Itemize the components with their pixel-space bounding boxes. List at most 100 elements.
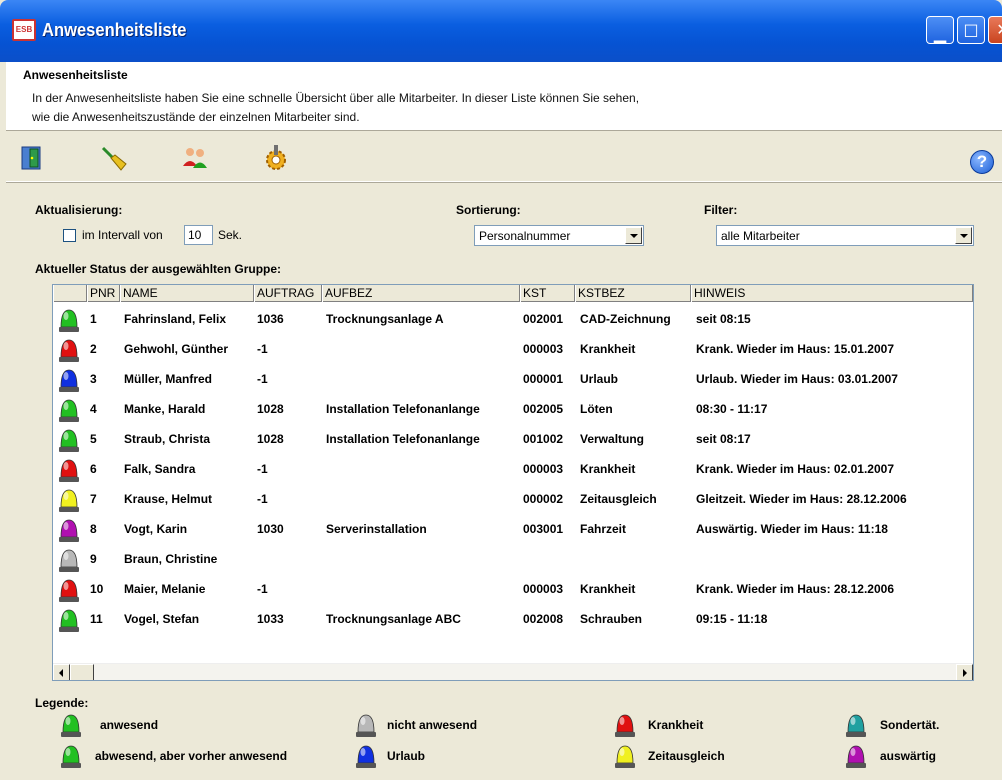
col-header-aufbez[interactable]: AUFBEZ <box>322 285 520 302</box>
legend-lamp-icon <box>356 745 376 768</box>
legend-label: nicht anwesend <box>387 718 478 732</box>
cell-name: Manke, Harald <box>124 402 206 416</box>
cell-aufbez: Trocknungsanlage A <box>326 312 444 326</box>
cell-aufbez: Installation Telefonanlange <box>326 432 480 446</box>
cell-hinweis: Gleitzeit. Wieder im Haus: 28.12.2006 <box>696 492 907 506</box>
cell-auftrag: 1036 <box>257 312 284 326</box>
chevron-down-icon[interactable] <box>625 227 642 244</box>
table-row[interactable]: 10 Maier, Melanie -1 000003 Krankheit Krank. … <box>53 575 973 605</box>
status-grid[interactable]: PNR NAME AUFTRAG AUFBEZ KST KSTBEZ HINWE… <box>52 284 974 681</box>
help-icon[interactable]: ? <box>970 150 994 174</box>
col-header-auftrag[interactable]: AUFTRAG <box>254 285 322 302</box>
cell-pnr: 1 <box>90 312 97 326</box>
app-icon: ESB <box>12 19 36 41</box>
cell-name: Falk, Sandra <box>124 462 196 476</box>
cell-name: Gehwohl, Günther <box>124 342 228 356</box>
interval-checkbox[interactable] <box>63 229 76 242</box>
status-lamp-icon <box>59 339 79 362</box>
col-header-hinweis[interactable]: HINWEIS <box>691 285 973 302</box>
maximize-button[interactable]: □ <box>957 16 985 44</box>
legend-label: Urlaub <box>387 749 426 763</box>
table-row[interactable]: 2 Gehwohl, Günther -1 000003 Krankheit Krank.… <box>53 335 973 365</box>
cell-auftrag: -1 <box>257 372 268 386</box>
filter-label: Filter: <box>704 203 738 217</box>
cell-kstbez: Krankheit <box>580 462 636 476</box>
settings-gear-icon[interactable] <box>262 144 290 172</box>
close-button[interactable]: ✕ <box>988 16 1002 44</box>
grid-header: PNR NAME AUFTRAG AUFBEZ KST KSTBEZ HINWE… <box>53 285 973 302</box>
window: ESB Anwesenheitsliste ▁ □ ✕ Anwesenheits… <box>0 0 1002 780</box>
table-row[interactable]: 7 Krause, Helmut -1 000002 Zeitausgleich Glei… <box>53 485 973 515</box>
legend-lamp-icon <box>61 745 81 768</box>
sortierung-select[interactable]: Personalnummer <box>474 225 644 246</box>
maximize-icon: □ <box>963 20 979 39</box>
status-lamp-icon <box>59 399 79 422</box>
cell-hinweis: seit 08:15 <box>696 312 751 326</box>
cell-hinweis: seit 08:17 <box>696 432 751 446</box>
filter-select[interactable]: alle Mitarbeiter <box>716 225 974 246</box>
sortierung-value: Personalnummer <box>479 229 571 243</box>
scroll-thumb[interactable] <box>70 664 94 680</box>
cell-auftrag: -1 <box>257 462 268 476</box>
col-header-name[interactable]: NAME <box>120 285 254 302</box>
cell-pnr: 7 <box>90 492 97 506</box>
table-row[interactable]: 11 Vogel, Stefan 1033 Trocknungsanlage ABC 0… <box>53 605 973 635</box>
cell-hinweis: Krank. Wieder im Haus: 15.01.2007 <box>696 342 894 356</box>
cell-kstbez: Urlaub <box>580 372 619 386</box>
cell-name: Straub, Christa <box>124 432 211 446</box>
title-bar[interactable]: ESB Anwesenheitsliste ▁ □ ✕ <box>0 0 1002 62</box>
horizontal-scrollbar[interactable] <box>53 663 973 680</box>
table-row[interactable]: 6 Falk, Sandra -1 000003 Krankheit Krank. Wie… <box>53 455 973 485</box>
legend-lamp-icon <box>61 714 81 737</box>
cell-kstbez: Krankheit <box>580 342 636 356</box>
legend-lamp-icon <box>615 714 635 737</box>
sortierung-label: Sortierung: <box>456 203 521 217</box>
cell-kstbez: CAD-Zeichnung <box>580 312 671 326</box>
table-row[interactable]: 1 Fahrinsland, Felix 1036 Trocknungsanlage … <box>53 305 973 335</box>
exit-door-icon[interactable] <box>18 144 46 172</box>
table-row[interactable]: 4 Manke, Harald 1028 Installation Telefonan… <box>53 395 973 425</box>
header-desc-line1: In der Anwesenheitsliste haben Sie eine … <box>32 91 640 105</box>
cell-auftrag: -1 <box>257 342 268 356</box>
table-row[interactable]: 5 Straub, Christa 1028 Installation Telefon… <box>53 425 973 455</box>
header-title: Anwesenheitsliste <box>23 68 128 82</box>
header-description: In der Anwesenheitsliste haben Sie eine … <box>32 89 792 127</box>
status-lamp-icon <box>59 519 79 542</box>
table-row[interactable]: 9 Braun, Christine <box>53 545 973 575</box>
col-header-pnr[interactable]: PNR <box>87 285 120 302</box>
legend-label: Sondertät. <box>880 718 940 732</box>
interval-checkbox-label: im Intervall von <box>82 228 163 242</box>
interval-input[interactable]: 10 <box>184 225 213 245</box>
scroll-right-icon[interactable] <box>956 664 973 680</box>
cell-kstbez: Verwaltung <box>580 432 645 446</box>
col-header-kstbez[interactable]: KSTBEZ <box>575 285 691 302</box>
cell-name: Braun, Christine <box>124 552 218 566</box>
table-row[interactable]: 3 Müller, Manfred -1 000001 Urlaub Urlaub. Wi… <box>53 365 973 395</box>
cell-auftrag: 1028 <box>257 402 284 416</box>
scroll-left-icon[interactable] <box>53 664 70 680</box>
col-header-status[interactable] <box>53 285 87 302</box>
cell-pnr: 3 <box>90 372 97 386</box>
cell-kst: 003001 <box>523 522 564 536</box>
status-lamp-icon <box>59 309 79 332</box>
col-header-kst[interactable]: KST <box>520 285 575 302</box>
cell-pnr: 6 <box>90 462 97 476</box>
users-icon[interactable] <box>181 144 209 172</box>
chevron-down-icon[interactable] <box>955 227 972 244</box>
cell-kst: 002005 <box>523 402 564 416</box>
minimize-icon: ▁ <box>933 24 947 43</box>
minimize-button[interactable]: ▁ <box>926 16 954 44</box>
cell-hinweis: Krank. Wieder im Haus: 28.12.2006 <box>696 582 894 596</box>
broom-icon[interactable] <box>99 144 127 172</box>
aktualisierung-label: Aktualisierung: <box>35 203 123 217</box>
legend-label: abwesend, aber vorher anwesend <box>95 749 288 763</box>
cell-hinweis: Urlaub. Wieder im Haus: 03.01.2007 <box>696 372 898 386</box>
cell-hinweis: 08:30 - 11:17 <box>696 402 768 416</box>
legend-label: anwesend <box>100 718 159 732</box>
grid-caption: Aktueller Status der ausgewählten Gruppe… <box>35 262 282 276</box>
cell-pnr: 10 <box>90 582 104 596</box>
cell-aufbez: Installation Telefonanlange <box>326 402 480 416</box>
legend-label: Zeitausgleich <box>648 749 725 763</box>
header-panel: Anwesenheitsliste In der Anwesenheitslis… <box>6 62 1002 131</box>
table-row[interactable]: 8 Vogt, Karin 1030 Serverinstallation 003001… <box>53 515 973 545</box>
